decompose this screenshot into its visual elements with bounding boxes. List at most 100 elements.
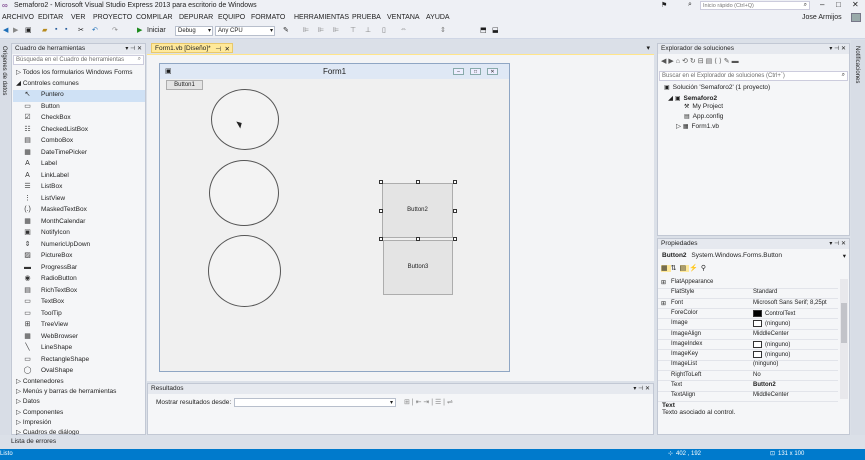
pin-icon[interactable]: ⊣ bbox=[215, 45, 221, 53]
toolbox-group-all-winforms[interactable]: ▷ Todos los formularios Windows Forms bbox=[16, 68, 133, 80]
button3[interactable]: Button3 bbox=[383, 240, 453, 295]
refresh-icon[interactable]: ↻ bbox=[690, 58, 698, 65]
properties-object-select[interactable]: Button2 System.Windows.Forms.Button ▾ bbox=[659, 251, 848, 262]
toolbox-item-richtextbox[interactable]: ▤ RichTextBox bbox=[13, 286, 145, 298]
toolbox-item-checkedlistbox[interactable]: ☷ CheckedListBox bbox=[13, 125, 145, 137]
collapse-icon[interactable]: ⊟ bbox=[698, 58, 706, 65]
menu-ayuda[interactable]: AYUDA bbox=[426, 14, 450, 21]
property-value[interactable]: (ninguno) bbox=[753, 340, 790, 348]
property-row[interactable]: ImageList (ninguno) bbox=[658, 361, 838, 371]
show-all-icon[interactable]: ▤ bbox=[706, 58, 715, 65]
same-size-icon[interactable]: ▯ bbox=[382, 26, 386, 34]
toolbox-item-checkbox[interactable]: ☑ CheckBox bbox=[13, 113, 145, 125]
property-value[interactable]: MiddleCenter bbox=[753, 331, 789, 337]
platform-select[interactable]: Any CPU ▾ bbox=[215, 26, 275, 36]
save-icon[interactable]: ▪ bbox=[55, 26, 57, 33]
alphabetical-icon[interactable]: ⇅ bbox=[671, 265, 680, 272]
menu-prueba[interactable]: PRUEBA bbox=[352, 14, 381, 21]
maximize-button[interactable]: □ bbox=[836, 0, 841, 9]
property-value[interactable]: (ninguno) bbox=[753, 320, 790, 327]
scrollbar-thumb[interactable] bbox=[841, 303, 847, 343]
toolbox-search-input[interactable]: Búsqueda en el Cuadro de herramientas ⌕ bbox=[13, 55, 144, 65]
toolbox-item-combobox[interactable]: ▤ ComboBox bbox=[13, 136, 145, 148]
toolbox-item-textbox[interactable]: ▭ TextBox bbox=[13, 297, 145, 309]
resize-handle[interactable] bbox=[453, 209, 457, 213]
find-icon[interactable]: ✎ bbox=[283, 26, 289, 34]
panel-controls-icon[interactable]: ▾ ⊣ ✕ bbox=[829, 45, 846, 52]
resize-handle[interactable] bbox=[416, 237, 420, 241]
property-row[interactable]: ⊞ Font Microsoft Sans Serif; 8,25pt bbox=[658, 300, 838, 310]
resize-handle[interactable] bbox=[379, 180, 383, 184]
property-value[interactable]: Microsoft Sans Serif; 8,25pt bbox=[753, 300, 827, 306]
close-button[interactable]: ✕ bbox=[852, 0, 859, 9]
forward-icon[interactable]: ▶ bbox=[13, 26, 18, 34]
open-icon[interactable]: ▰ bbox=[42, 26, 47, 34]
send-back-icon[interactable]: ⬓ bbox=[492, 26, 499, 34]
toolbox-item-numericupdown[interactable]: ⇕ NumericUpDown bbox=[13, 240, 145, 252]
property-value[interactable]: ControlText bbox=[753, 309, 795, 317]
back-icon[interactable]: ◀ bbox=[3, 26, 8, 34]
sync-icon[interactable]: ⟲ bbox=[682, 58, 690, 65]
property-value[interactable]: (ninguno) bbox=[753, 361, 778, 367]
configuration-select[interactable]: Debug ▾ bbox=[175, 26, 213, 36]
menu-ver[interactable]: VER bbox=[71, 14, 85, 21]
properties-view-icon[interactable]: ▤ bbox=[679, 265, 690, 272]
panel-controls-icon[interactable]: ▾ ⊣ ✕ bbox=[829, 240, 846, 247]
resize-handle[interactable] bbox=[379, 237, 383, 241]
toolbox-item-progressbar[interactable]: ▬ ProgressBar bbox=[13, 263, 145, 275]
undo-icon[interactable]: ↶ bbox=[92, 26, 98, 34]
spacing-vertical-icon[interactable]: ⇕ bbox=[440, 26, 446, 34]
events-icon[interactable]: ⚡ bbox=[689, 265, 701, 272]
expand-arrow-icon[interactable]: ◢ bbox=[668, 95, 675, 102]
toolbox-item-tooltip[interactable]: ▭ ToolTip bbox=[13, 309, 145, 321]
property-row[interactable]: RightToLeft No bbox=[658, 372, 838, 382]
redo-icon[interactable]: ↷ bbox=[112, 26, 118, 34]
tab-dropdown-icon[interactable]: ▾ bbox=[646, 44, 650, 52]
toolbox-item-treeview[interactable]: ⊞ TreeView bbox=[13, 320, 145, 332]
property-value[interactable]: MiddleCenter bbox=[753, 392, 789, 398]
forward-icon[interactable]: ▶ bbox=[668, 58, 675, 65]
menu-depurar[interactable]: DEPURAR bbox=[179, 14, 213, 21]
toolbox-item-linklabel[interactable]: A LinkLabel bbox=[13, 171, 145, 183]
expand-arrow-icon[interactable]: ▷ bbox=[676, 123, 683, 130]
property-row[interactable]: FlatStyle Standard bbox=[658, 289, 838, 299]
button1[interactable]: Button1 bbox=[166, 80, 203, 90]
property-row[interactable]: Text Button2 bbox=[658, 382, 838, 392]
preview-icon[interactable]: ▬ bbox=[732, 58, 741, 65]
feedback-icon[interactable]: ⚑ bbox=[661, 1, 667, 9]
align-right-icon[interactable]: ⊫ bbox=[333, 26, 339, 34]
toolbox-item-ovalshape[interactable]: ◯ OvalShape bbox=[13, 366, 145, 378]
bring-front-icon[interactable]: ⬒ bbox=[480, 26, 487, 34]
menu-proyecto[interactable]: PROYECTO bbox=[93, 14, 132, 21]
data-sources-tab[interactable]: Orígenes de datos bbox=[1, 46, 7, 95]
solution-search-input[interactable]: Buscar en el Explorador de soluciones (C… bbox=[659, 71, 848, 81]
toolbox-item-puntero[interactable]: ↖ Puntero bbox=[13, 90, 145, 102]
toolbox-item-notifyicon[interactable]: ▣ NotifyIcon bbox=[13, 228, 145, 240]
align-left-icon[interactable]: ⊫ bbox=[303, 26, 309, 34]
user-name[interactable]: Jose Armijos bbox=[802, 14, 842, 21]
align-top-icon[interactable]: ⊤ bbox=[350, 26, 356, 34]
new-project-icon[interactable]: ▣ bbox=[25, 26, 32, 34]
tab-form1-design[interactable]: Form1.vb [Diseño]* ⊣ ✕ bbox=[151, 43, 233, 53]
user-avatar[interactable] bbox=[851, 13, 861, 22]
property-row[interactable]: ⊞ FlatAppearance bbox=[658, 279, 838, 289]
menu-equipo[interactable]: EQUIPO bbox=[218, 14, 245, 21]
start-icon[interactable]: ▶ bbox=[137, 26, 142, 34]
toolbox-item-maskedtextbox[interactable]: (.) MaskedTextBox bbox=[13, 205, 145, 217]
resize-handle[interactable] bbox=[416, 180, 420, 184]
toolbox-item-webbrowser[interactable]: ▦ WebBrowser bbox=[13, 332, 145, 344]
toolbox-item-radiobutton[interactable]: ◉ RadioButton bbox=[13, 274, 145, 286]
align-center-icon[interactable]: ⊫ bbox=[318, 26, 324, 34]
solution-tree-item[interactable]: ▷ ▦ Form1.vb bbox=[676, 122, 719, 134]
cut-icon[interactable]: ✂ bbox=[78, 26, 84, 34]
expand-icon[interactable]: ⊞ bbox=[661, 279, 666, 286]
resize-handle[interactable] bbox=[379, 209, 383, 213]
output-source-select[interactable]: ▾ bbox=[234, 398, 396, 407]
spacing-icon[interactable]: ⇔ bbox=[400, 26, 407, 33]
menu-editar[interactable]: EDITAR bbox=[38, 14, 63, 21]
menu-ventana[interactable]: VENTANA bbox=[387, 14, 420, 21]
oval-shape-3[interactable] bbox=[208, 235, 281, 307]
start-button-label[interactable]: Iniciar bbox=[147, 27, 166, 34]
quick-launch-input[interactable]: Inicio rápido (Ctrl+Q) ⌕ bbox=[700, 1, 810, 10]
property-row[interactable]: ForeColor ControlText bbox=[658, 309, 838, 320]
